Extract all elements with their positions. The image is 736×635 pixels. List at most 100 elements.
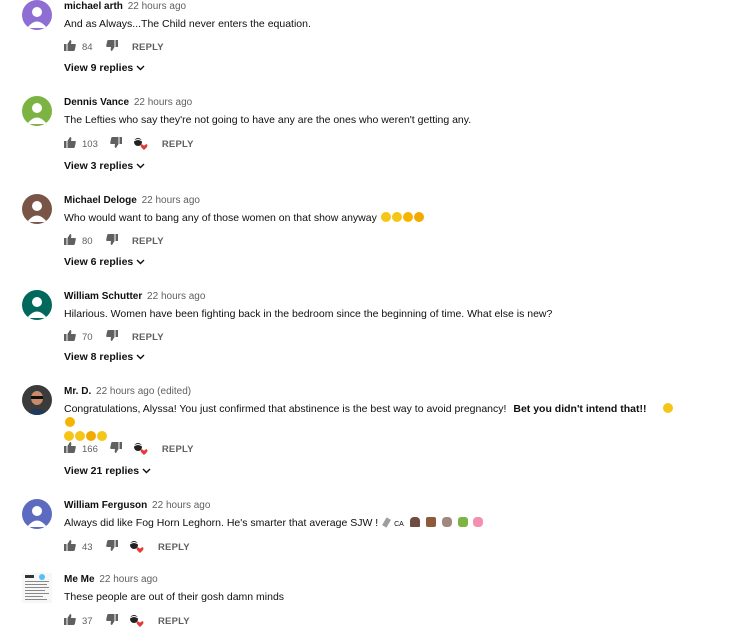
comment-text-body: Always did like Fog Horn Leghorn. He's s… bbox=[64, 517, 379, 529]
reply-button[interactable]: REPLY bbox=[132, 236, 164, 247]
thumbs-down-icon[interactable] bbox=[110, 137, 122, 151]
reply-button[interactable]: REPLY bbox=[132, 42, 164, 53]
reply-button[interactable]: REPLY bbox=[132, 332, 164, 343]
comment-text: And as Always...The Child never enters t… bbox=[64, 18, 311, 30]
comment-text: Hilarious. Women have been fighting back… bbox=[64, 308, 553, 320]
chevron-down-icon bbox=[136, 65, 145, 71]
timestamp[interactable]: 22 hours ago bbox=[128, 1, 186, 12]
laughing-emoji-icon bbox=[65, 417, 75, 427]
like-count: 43 bbox=[82, 541, 93, 553]
thumbs-down-icon[interactable] bbox=[106, 540, 118, 554]
comment-meta: michael arth 22 hours ago bbox=[64, 1, 186, 13]
reply-button[interactable]: REPLY bbox=[158, 616, 190, 627]
comment-actions: 37 REPLY bbox=[64, 614, 190, 628]
reply-button[interactable]: REPLY bbox=[162, 444, 194, 455]
emoji-text: CA bbox=[394, 521, 404, 528]
comment-meta: William Ferguson 22 hours ago bbox=[64, 500, 210, 512]
like-count: 80 bbox=[82, 235, 93, 247]
view-replies-label: View 3 replies bbox=[64, 160, 134, 172]
thumbs-up-icon[interactable] bbox=[64, 442, 76, 456]
view-replies-label: View 9 replies bbox=[64, 62, 134, 74]
comment-actions: 70 REPLY bbox=[64, 330, 164, 344]
like-count: 166 bbox=[82, 443, 98, 455]
comment-text: Who would want to bang any of those wome… bbox=[64, 211, 684, 225]
view-replies-button[interactable]: View 6 replies bbox=[64, 256, 145, 268]
view-replies-button[interactable]: View 8 replies bbox=[64, 351, 145, 363]
reply-button[interactable]: REPLY bbox=[158, 542, 190, 553]
thumbs-down-icon[interactable] bbox=[106, 614, 118, 628]
comment-text-bold: Bet you didn't intend that!! bbox=[513, 403, 647, 415]
chevron-down-icon bbox=[142, 468, 151, 474]
creator-heart-icon bbox=[132, 137, 148, 151]
animal-emoji-icon bbox=[441, 517, 452, 527]
poop-emoji-icon bbox=[409, 517, 420, 527]
thumbs-down-icon[interactable] bbox=[106, 330, 118, 344]
author-name[interactable]: William Schutter bbox=[64, 291, 142, 302]
comment-actions: 84 REPLY bbox=[64, 40, 164, 54]
author-name[interactable]: Dennis Vance bbox=[64, 97, 129, 108]
laughing-emoji-icon bbox=[402, 212, 413, 222]
syringe-emoji-icon bbox=[382, 517, 392, 528]
thumbs-down-icon[interactable] bbox=[106, 234, 118, 248]
timestamp[interactable]: 22 hours ago bbox=[99, 574, 157, 585]
timestamp[interactable]: 22 hours ago bbox=[152, 500, 210, 511]
comment-text: The Lefties who say they're not going to… bbox=[64, 114, 472, 126]
comment-text-body: Congratulations, Alyssa! You just confir… bbox=[64, 403, 507, 415]
view-replies-button[interactable]: View 3 replies bbox=[64, 160, 145, 172]
thumbs-up-icon[interactable] bbox=[64, 40, 76, 54]
comment-actions: 166 REPLY bbox=[64, 442, 194, 456]
timestamp[interactable]: 22 hours ago (edited) bbox=[96, 386, 191, 397]
avatar[interactable] bbox=[22, 96, 52, 126]
thumbs-up-icon[interactable] bbox=[64, 330, 76, 344]
chevron-down-icon bbox=[136, 163, 145, 169]
crying-laughing-emoji-icon bbox=[413, 212, 424, 222]
like-count: 37 bbox=[82, 615, 93, 627]
author-name[interactable]: Mr. D. bbox=[64, 386, 91, 397]
grinning-emoji-icon bbox=[75, 431, 85, 441]
timestamp[interactable]: 22 hours ago bbox=[142, 195, 200, 206]
grinning-emoji-icon bbox=[663, 403, 674, 413]
avatar[interactable] bbox=[22, 194, 52, 224]
avatar[interactable] bbox=[22, 573, 52, 603]
view-replies-label: View 6 replies bbox=[64, 256, 134, 268]
thumbs-up-icon[interactable] bbox=[64, 614, 76, 628]
timestamp[interactable]: 22 hours ago bbox=[134, 97, 192, 108]
creator-heart-icon bbox=[128, 614, 144, 628]
comment-actions: 43 REPLY bbox=[64, 540, 190, 554]
view-replies-button[interactable]: View 9 replies bbox=[64, 62, 145, 74]
avatar[interactable] bbox=[22, 385, 52, 415]
thumbs-down-icon[interactable] bbox=[110, 442, 122, 456]
comment-actions: 80 REPLY bbox=[64, 234, 164, 248]
comment-meta: William Schutter 22 hours ago bbox=[64, 291, 205, 303]
grinning-emoji-icon bbox=[391, 212, 402, 222]
thumbs-up-icon[interactable] bbox=[64, 540, 76, 554]
comment-meta: Mr. D. 22 hours ago (edited) bbox=[64, 386, 191, 398]
grinning-emoji-icon bbox=[380, 212, 391, 222]
smiling-emoji-icon bbox=[97, 431, 107, 441]
comment-meta: Michael Deloge 22 hours ago bbox=[64, 195, 200, 207]
reply-button[interactable]: REPLY bbox=[162, 139, 194, 150]
view-replies-button[interactable]: View 21 replies bbox=[64, 465, 151, 477]
pig-emoji-icon bbox=[473, 517, 484, 527]
like-count: 70 bbox=[82, 331, 93, 343]
author-name[interactable]: michael arth bbox=[64, 1, 123, 12]
author-name[interactable]: William Ferguson bbox=[64, 500, 147, 511]
like-count: 103 bbox=[82, 138, 98, 150]
avatar[interactable] bbox=[22, 290, 52, 320]
chevron-down-icon bbox=[136, 354, 145, 360]
snake-emoji-icon bbox=[457, 517, 468, 527]
avatar[interactable] bbox=[22, 0, 52, 30]
comment-meta: Me Me 22 hours ago bbox=[64, 574, 158, 586]
thumbs-down-icon[interactable] bbox=[106, 40, 118, 54]
avatar[interactable] bbox=[22, 499, 52, 529]
author-name[interactable]: Michael Deloge bbox=[64, 195, 137, 206]
animal-emoji-icon bbox=[425, 517, 436, 527]
grinning-emoji-icon bbox=[64, 431, 74, 441]
author-name[interactable]: Me Me bbox=[64, 574, 95, 585]
thumbs-up-icon[interactable] bbox=[64, 137, 76, 151]
comment-actions: 103 REPLY bbox=[64, 137, 194, 151]
comment-text-body: Who would want to bang any of those wome… bbox=[64, 212, 377, 224]
view-replies-label: View 21 replies bbox=[64, 465, 140, 477]
timestamp[interactable]: 22 hours ago bbox=[147, 291, 205, 302]
thumbs-up-icon[interactable] bbox=[64, 234, 76, 248]
